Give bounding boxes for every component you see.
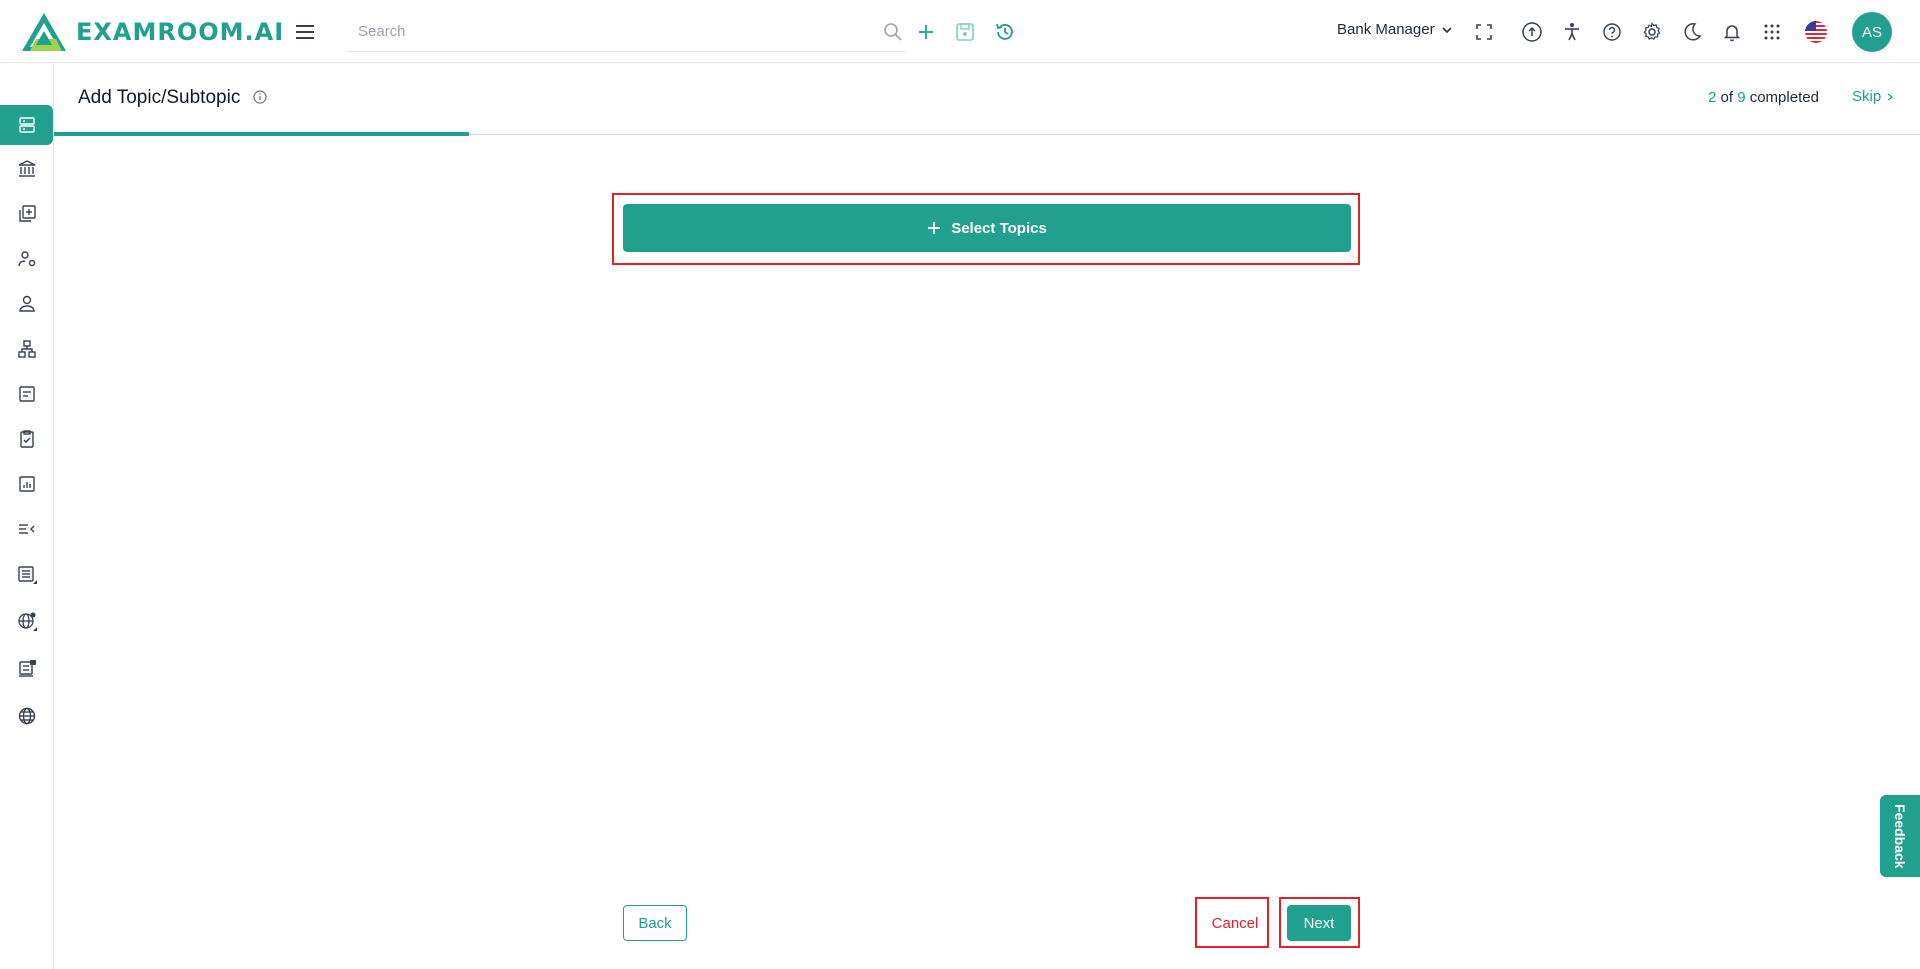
sidebar-item-machine[interactable]: [0, 648, 53, 688]
bank-icon: [18, 160, 35, 177]
help-icon[interactable]: [1600, 20, 1624, 44]
completed-count: 2: [1708, 89, 1717, 106]
fullscreen-icon[interactable]: [1472, 20, 1496, 44]
select-topics-button[interactable]: Select Topics: [623, 204, 1351, 252]
skip-label: Skip: [1852, 88, 1882, 105]
clipboard-check-icon: [19, 430, 34, 448]
dark-mode-icon[interactable]: [1680, 20, 1704, 44]
sidebar-item-hierarchy[interactable]: [0, 329, 53, 369]
role-dropdown[interactable]: Bank Manager: [1337, 21, 1453, 38]
completed-text: completed: [1749, 89, 1819, 106]
logo-icon: [22, 13, 66, 51]
step-header: Add Topic/Subtopic 2 of 9 completed Skip: [54, 63, 1920, 136]
search-input[interactable]: [358, 12, 858, 50]
chevron-right-icon: [1887, 92, 1894, 101]
add-library-icon: [18, 205, 36, 222]
skip-button[interactable]: Skip: [1852, 88, 1895, 105]
notification-icon[interactable]: [1720, 20, 1744, 44]
apps-grid-icon[interactable]: [1760, 20, 1784, 44]
page-title: Add Topic/Subtopic: [78, 87, 241, 108]
plus-icon[interactable]: [914, 20, 938, 44]
sidebar-item-global-settings[interactable]: [0, 601, 53, 641]
role-label: Bank Manager: [1337, 21, 1435, 38]
globe-settings-icon: [17, 612, 37, 631]
report-chart-icon: [18, 476, 35, 492]
sidebar-item-collapse[interactable]: [0, 509, 53, 549]
settings-icon[interactable]: [1640, 20, 1664, 44]
of-text: of: [1720, 89, 1734, 106]
sidebar-item-bank[interactable]: [0, 149, 53, 189]
feedback-tab[interactable]: Feedback: [1880, 795, 1920, 877]
save-icon[interactable]: [953, 20, 977, 44]
menu-toggle-icon[interactable]: [292, 19, 318, 45]
user-icon: [18, 295, 35, 312]
search-bar: [346, 12, 906, 52]
machine-icon: [18, 660, 36, 677]
hierarchy-icon: [17, 340, 36, 358]
plus-icon: [928, 222, 941, 234]
sidebar-item-add-library[interactable]: [0, 194, 53, 234]
sidebar-item-servers[interactable]: [0, 105, 53, 145]
avatar[interactable]: AS: [1852, 12, 1892, 52]
sidebar-item-list-docs[interactable]: [0, 554, 53, 594]
sidebar-item-reports[interactable]: [0, 464, 53, 504]
collapse-list-icon: [18, 524, 34, 534]
progress-text: 2 of 9 completed: [1708, 89, 1819, 106]
top-bar: EXAMROOM.AI Bank Manager: [0, 0, 1920, 63]
cancel-button[interactable]: Cancel: [1203, 905, 1267, 941]
globe-icon: [18, 707, 35, 725]
select-topics-label: Select Topics: [951, 219, 1047, 237]
total-count: 9: [1737, 89, 1746, 106]
sidebar-item-globe[interactable]: [0, 696, 53, 736]
search-icon[interactable]: [882, 21, 904, 43]
server-icon: [18, 117, 35, 133]
step-progress-bar: [54, 132, 469, 136]
back-button[interactable]: Back: [623, 905, 687, 941]
us-flag-icon[interactable]: [1804, 20, 1828, 44]
history-icon[interactable]: [993, 20, 1017, 44]
sidebar-item-forms[interactable]: [0, 374, 53, 414]
form-icon: [18, 386, 35, 402]
feedback-label: Feedback: [1892, 803, 1908, 869]
sidebar-item-users[interactable]: [0, 284, 53, 324]
sidebar-item-checklist[interactable]: [0, 419, 53, 459]
chevron-down-icon: [1441, 26, 1452, 33]
logo-text: EXAMROOM.AI: [76, 18, 285, 46]
sidebar: [0, 63, 54, 969]
sidebar-item-user-settings[interactable]: [0, 239, 53, 279]
list-doc-icon: [17, 566, 37, 584]
upload-icon[interactable]: [1520, 20, 1544, 44]
info-icon[interactable]: [252, 89, 268, 105]
next-button[interactable]: Next: [1287, 905, 1351, 941]
app-logo[interactable]: EXAMROOM.AI: [22, 10, 284, 54]
user-settings-icon: [17, 251, 35, 267]
accessibility-icon[interactable]: [1560, 20, 1584, 44]
